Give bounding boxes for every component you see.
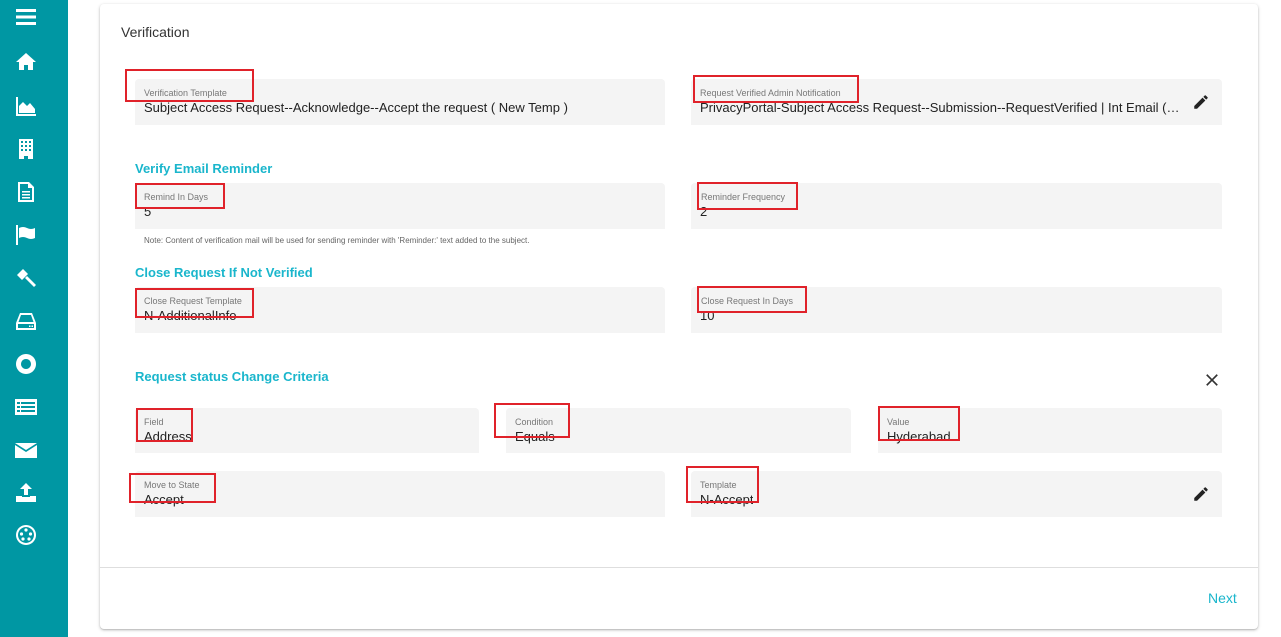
criteria-condition-field[interactable]: Condition Equals xyxy=(506,408,851,453)
field-value: N-AdditionalInfo xyxy=(144,308,237,323)
field-label: Request Verified Admin Notification xyxy=(700,88,841,98)
close-in-days-field[interactable]: Close Request In Days 10 xyxy=(691,287,1222,333)
footer-divider xyxy=(100,567,1258,568)
field-label: Field xyxy=(144,417,164,427)
area-chart-icon[interactable] xyxy=(13,93,39,119)
field-label: Remind In Days xyxy=(144,192,209,202)
field-label: Verification Template xyxy=(144,88,227,98)
menu-icon[interactable] xyxy=(13,4,39,30)
card-title: Verification xyxy=(121,24,190,40)
pencil-icon[interactable] xyxy=(1192,485,1210,503)
field-value: Subject Access Request--Acknowledge--Acc… xyxy=(144,100,568,115)
admin-notification-field[interactable]: Request Verified Admin Notification Priv… xyxy=(691,79,1222,125)
lifebuoy-icon[interactable] xyxy=(13,351,39,377)
field-value: Address xyxy=(144,429,192,444)
section-title-criteria: Request status Change Criteria xyxy=(135,369,329,384)
criteria-value-field[interactable]: Value Hyderabad xyxy=(878,408,1222,453)
field-label: Condition xyxy=(515,417,554,427)
close-template-field[interactable]: Close Request Template N-AdditionalInfo xyxy=(135,287,665,333)
document-icon[interactable] xyxy=(13,179,39,205)
pencil-icon[interactable] xyxy=(1192,93,1210,111)
field-value: Accept xyxy=(144,492,184,507)
field-value: 5 xyxy=(144,204,152,219)
next-button[interactable]: Next xyxy=(1208,590,1237,606)
list-icon[interactable] xyxy=(13,394,39,420)
section-title-close: Close Request If Not Verified xyxy=(135,265,313,280)
remind-in-days-field[interactable]: Remind In Days 5 xyxy=(135,183,665,229)
field-value: 2 xyxy=(700,204,708,219)
building-icon[interactable] xyxy=(13,136,39,162)
reminder-frequency-field[interactable]: Reminder Frequency 2 xyxy=(691,183,1222,229)
field-label: Template xyxy=(700,480,737,490)
field-value: Hyderabad xyxy=(887,429,951,444)
home-icon[interactable] xyxy=(13,49,39,75)
field-value: PrivacyPortal-Subject Access Request--Su… xyxy=(700,100,1180,115)
verification-card: Verification Verification Template Subje… xyxy=(100,4,1258,629)
field-label: Reminder Frequency xyxy=(701,192,786,202)
close-icon[interactable] xyxy=(1202,370,1222,390)
field-label: Value xyxy=(887,417,910,427)
field-label: Close Request Template xyxy=(144,296,242,306)
criteria-field-field[interactable]: Field Address xyxy=(135,408,479,453)
sidebar xyxy=(0,0,68,637)
gavel-icon[interactable] xyxy=(13,265,39,291)
flag-icon[interactable] xyxy=(13,222,39,248)
reminder-note: Note: Content of verification mail will … xyxy=(144,236,530,245)
envelope-icon[interactable] xyxy=(13,438,39,464)
field-value: N-Accept xyxy=(700,492,754,507)
field-value: 10 xyxy=(700,308,715,323)
field-label: Move to State xyxy=(144,480,200,490)
criteria-template-field[interactable]: Template N-Accept xyxy=(691,471,1222,517)
field-value: Equals xyxy=(515,429,555,444)
move-to-state-field[interactable]: Move to State Accept xyxy=(135,471,665,517)
upload-icon[interactable] xyxy=(13,480,39,506)
section-title-reminder: Verify Email Reminder xyxy=(135,161,273,176)
verification-template-field[interactable]: Verification Template Subject Access Req… xyxy=(135,79,665,125)
network-icon[interactable] xyxy=(13,522,39,548)
field-label: Close Request In Days xyxy=(701,296,794,306)
hard-drive-icon[interactable] xyxy=(13,309,39,335)
